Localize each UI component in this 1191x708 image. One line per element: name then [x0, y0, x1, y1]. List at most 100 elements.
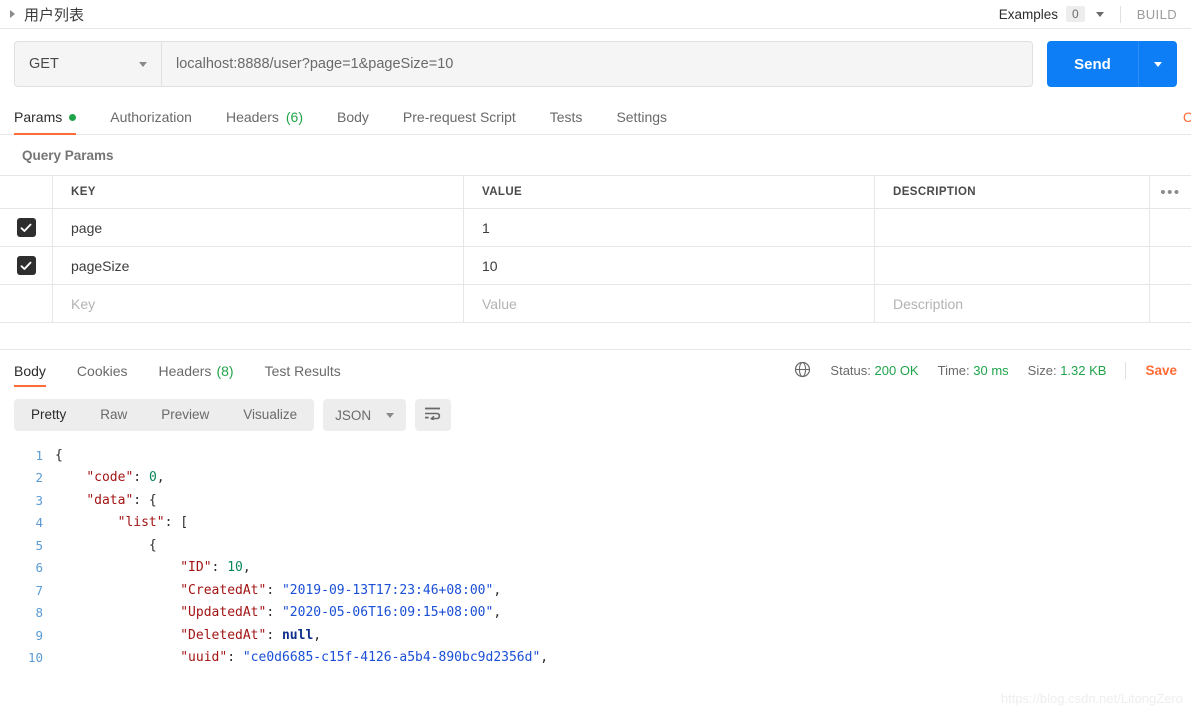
table-more-options-icon[interactable]: •••: [1160, 184, 1180, 201]
tab-authorization-label: Authorization: [110, 109, 192, 125]
send-options-button[interactable]: [1138, 41, 1177, 87]
view-mode-pretty[interactable]: Pretty: [14, 399, 83, 431]
column-header-value: VALUE: [482, 186, 523, 198]
response-tab-cookies[interactable]: Cookies: [77, 352, 128, 389]
new-key-input[interactable]: Key: [53, 285, 464, 322]
params-modified-dot-icon: [69, 113, 77, 121]
code-line: 7 "CreatedAt": "2019-09-13T17:23:46+08:0…: [0, 579, 1191, 602]
row-checkbox[interactable]: [16, 218, 36, 237]
row-checkbox[interactable]: [16, 256, 36, 275]
status-label: Status:: [830, 363, 871, 378]
table-row: page 1: [0, 209, 1191, 247]
response-tab-cookies-label: Cookies: [76, 363, 128, 379]
code-line-text: "UpdatedAt": "2020-05-06T16:09:15+08:00"…: [180, 605, 502, 621]
tab-body[interactable]: Body: [337, 109, 369, 134]
row-value[interactable]: 10: [464, 247, 875, 284]
tab-params[interactable]: Params: [14, 109, 77, 135]
line-number: 6: [35, 560, 43, 576]
tab-tests[interactable]: Tests: [550, 109, 583, 134]
query-params-title: Query Params: [22, 148, 114, 163]
table-footer-spacer: [0, 323, 1191, 350]
code-line: 4 "list": [: [0, 512, 1191, 535]
collapse-triangle-icon[interactable]: [10, 10, 15, 18]
response-format-select[interactable]: JSON: [323, 399, 407, 431]
view-mode-preview[interactable]: Preview: [144, 399, 226, 431]
size-label: Size:: [1027, 363, 1057, 378]
response-body-toolbar: Pretty Raw Preview Visualize JSON: [0, 391, 1191, 439]
code-line: 3 "data": {: [0, 489, 1191, 512]
send-button[interactable]: Send: [1047, 41, 1138, 87]
size-label-group: Size: 1.32 KB: [1028, 363, 1107, 378]
row-actions: [1150, 247, 1191, 284]
response-tab-body-label: Body: [14, 363, 46, 379]
line-number: 3: [35, 492, 43, 508]
line-number: 8: [35, 605, 43, 621]
row-description[interactable]: [875, 209, 1150, 246]
response-tab-test-results[interactable]: Test Results: [265, 352, 341, 389]
chevron-down-icon: [1154, 61, 1162, 67]
view-mode-raw[interactable]: Raw: [83, 399, 144, 431]
table-row: pageSize 10: [0, 247, 1191, 285]
tab-pre-request-script[interactable]: Pre-request Script: [403, 109, 516, 134]
http-method-value: GET: [29, 56, 59, 72]
response-meta: Status: 200 OK Time: 30 ms Size: 1.32 KB…: [794, 361, 1177, 381]
tab-settings[interactable]: Settings: [616, 109, 667, 134]
table-header-row: KEY VALUE DESCRIPTION •••: [0, 176, 1191, 209]
time-value: 30 ms: [973, 363, 1009, 378]
table-row-empty: Key Value Description: [0, 285, 1191, 323]
chevron-down-icon: [139, 61, 147, 67]
size-value: 1.32 KB: [1060, 363, 1107, 378]
row-value[interactable]: 1: [464, 209, 875, 246]
line-number: 4: [35, 515, 43, 531]
examples-label: Examples: [998, 6, 1059, 22]
examples-count-badge: 0: [1066, 6, 1085, 22]
wrap-lines-icon: [424, 406, 442, 425]
wrap-lines-button[interactable]: [415, 399, 452, 431]
build-button[interactable]: BUILD: [1137, 7, 1177, 22]
new-value-input[interactable]: Value: [464, 285, 875, 322]
response-tabs: Body Cookies Headers (8) Test Results St…: [0, 350, 1191, 391]
code-line: 6 "ID": 10,: [0, 557, 1191, 580]
request-title: 用户列表: [24, 5, 85, 24]
response-tab-headers-count: (8): [216, 363, 234, 379]
save-response-button[interactable]: Save: [1145, 363, 1177, 378]
row-key[interactable]: page: [53, 209, 464, 246]
url-bar: GET localhost:8888/user?page=1&pageSize=…: [0, 29, 1191, 99]
http-method-select[interactable]: GET: [14, 41, 161, 87]
response-tab-headers[interactable]: Headers (8): [159, 352, 234, 389]
tab-headers-count: (6): [285, 109, 303, 125]
select-all-cell: [0, 176, 53, 208]
code-line: 2 "code": 0,: [0, 467, 1191, 490]
code-line: 5 {: [0, 534, 1191, 557]
url-input[interactable]: localhost:8888/user?page=1&pageSize=10: [161, 41, 1033, 87]
tab-pre-request-script-label: Pre-request Script: [402, 109, 516, 125]
line-number: 7: [35, 582, 43, 598]
code-line-text: "CreatedAt": "2019-09-13T17:23:46+08:00"…: [180, 582, 502, 598]
code-line: 1{: [0, 444, 1191, 467]
status-value: 200 OK: [874, 363, 919, 378]
tab-authorization[interactable]: Authorization: [110, 109, 192, 134]
code-line-text: {: [55, 447, 63, 463]
new-description-input[interactable]: Description: [875, 285, 1150, 322]
response-view-mode-group: Pretty Raw Preview Visualize: [14, 399, 315, 431]
code-line: 10 "uuid": "ce0d6685-c15f-4126-a5b4-890b…: [0, 647, 1191, 670]
view-mode-visualize[interactable]: Visualize: [226, 399, 314, 431]
code-line-text: "code": 0,: [86, 470, 165, 486]
row-key[interactable]: pageSize: [53, 247, 464, 284]
chevron-down-icon: [386, 412, 395, 418]
time-label: Time:: [937, 363, 970, 378]
tab-headers[interactable]: Headers (6): [226, 109, 303, 134]
code-line: 9 "DeletedAt": null,: [0, 624, 1191, 647]
code-line-text: "list": [: [117, 515, 189, 531]
empty-row-checkbox-cell: [0, 285, 53, 322]
globe-icon[interactable]: [794, 361, 811, 381]
response-format-value: JSON: [335, 407, 372, 423]
cookies-link[interactable]: C: [1183, 109, 1191, 125]
watermark: https://blog.csdn.net/LitongZero: [1000, 691, 1183, 706]
response-body-code[interactable]: 1{2 "code": 0, 3 "data": {4 "list": [5 {6…: [0, 439, 1191, 669]
response-tab-headers-label: Headers: [158, 363, 212, 379]
response-tab-test-results-label: Test Results: [264, 363, 341, 379]
examples-chevron-down-icon[interactable]: [1095, 11, 1104, 17]
row-description[interactable]: [875, 247, 1150, 284]
response-tab-body[interactable]: Body: [14, 352, 46, 389]
